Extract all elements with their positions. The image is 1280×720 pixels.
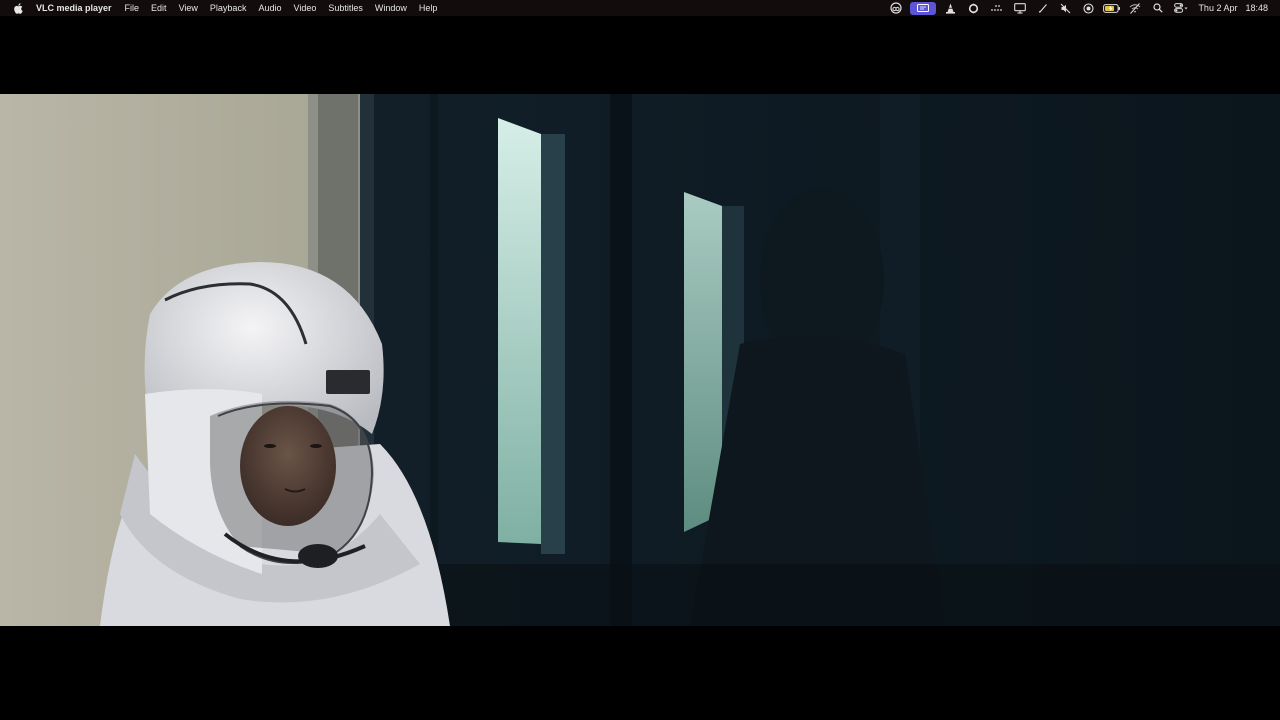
menu-file[interactable]: File [119, 0, 146, 16]
dots-icon[interactable] [985, 0, 1008, 16]
menu-subtitles[interactable]: Subtitles [322, 0, 369, 16]
sync-icon[interactable] [962, 0, 985, 16]
record-icon[interactable] [1077, 0, 1100, 16]
status-menus: Thu 2 Apr 18:48 [884, 0, 1280, 16]
pen-icon[interactable] [1031, 0, 1054, 16]
display-icon[interactable] [1008, 0, 1031, 16]
menu-bar-clock[interactable]: Thu 2 Apr 18:48 [1192, 3, 1280, 13]
menu-edit[interactable]: Edit [145, 0, 173, 16]
app-menu[interactable]: VLC media player [36, 0, 119, 16]
menu-window[interactable]: Window [369, 0, 413, 16]
video-frame[interactable] [0, 94, 1280, 626]
menu-video[interactable]: Video [287, 0, 322, 16]
desktop-screen: VLC media player File Edit View Playback… [0, 0, 1280, 720]
apple-menu[interactable] [0, 0, 36, 16]
creative-cloud-icon[interactable] [884, 0, 907, 16]
muted-speaker-icon[interactable] [1054, 0, 1077, 16]
wifi-off-icon[interactable] [1123, 0, 1146, 16]
apple-icon [14, 2, 23, 14]
menu-bar: VLC media player File Edit View Playback… [0, 0, 1280, 16]
menu-audio[interactable]: Audio [252, 0, 287, 16]
menu-help[interactable]: Help [413, 0, 444, 16]
control-center-icon[interactable] [1169, 0, 1192, 16]
battery-icon[interactable] [1100, 0, 1123, 16]
screen-mirroring-icon[interactable] [910, 1, 937, 15]
search-icon[interactable] [1146, 0, 1169, 16]
clock-time: 18:48 [1245, 3, 1268, 13]
menu-bar-left: VLC media player File Edit View Playback… [0, 0, 443, 16]
vlc-cone-icon[interactable] [939, 0, 962, 16]
video-scene-image [0, 94, 1280, 626]
clock-date: Thu 2 Apr [1198, 3, 1238, 13]
menu-playback[interactable]: Playback [204, 0, 253, 16]
menu-view[interactable]: View [173, 0, 204, 16]
